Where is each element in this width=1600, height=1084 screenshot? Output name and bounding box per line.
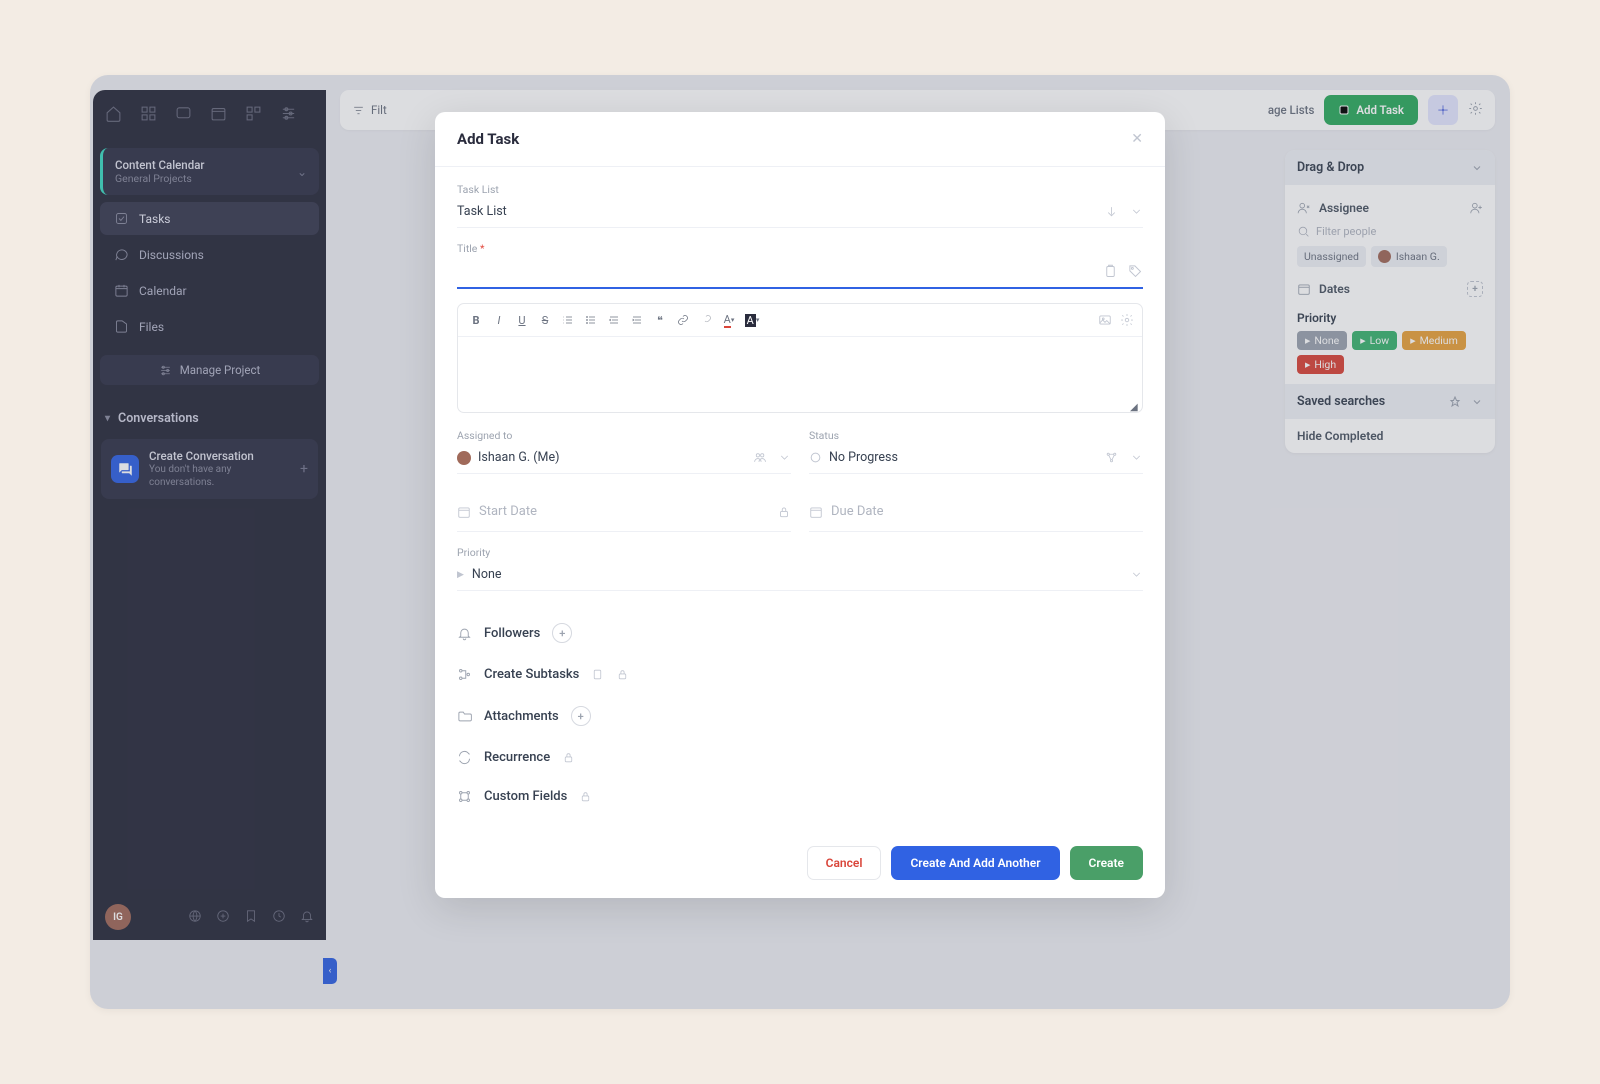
calendar-icon (457, 505, 471, 519)
add-task-modal: Add Task ✕ Task List Task List Title * (435, 112, 1165, 898)
editor-textarea[interactable]: ◢ (458, 337, 1142, 412)
outdent-button[interactable] (604, 310, 624, 330)
plus-icon[interactable]: + (571, 706, 591, 726)
link-button[interactable] (673, 310, 693, 330)
lock-icon (616, 668, 629, 681)
status-field[interactable]: No Progress (809, 445, 1143, 474)
clipboard-icon[interactable] (591, 668, 604, 681)
modal-title: Add Task (457, 130, 519, 148)
resize-handle[interactable]: ◢ (1130, 402, 1138, 410)
folder-icon (457, 709, 472, 724)
app-frame: Content Calendar General Projects ⌄ Task… (90, 75, 1510, 1009)
subtasks-icon (457, 667, 472, 682)
create-and-add-another-button[interactable]: Create And Add Another (891, 846, 1059, 880)
quote-button[interactable]: ❝ (650, 310, 670, 330)
chevron-down-icon[interactable] (1130, 568, 1143, 581)
plus-icon[interactable]: + (552, 623, 572, 643)
tag-icon[interactable] (1128, 264, 1143, 279)
followers-row[interactable]: Followers + (457, 611, 1143, 655)
close-icon[interactable]: ✕ (1131, 131, 1143, 147)
attachments-row[interactable]: Attachments + (457, 694, 1143, 738)
clipboard-icon[interactable] (1103, 264, 1118, 279)
bell-icon (457, 626, 472, 641)
recurrence-row[interactable]: Recurrence (457, 738, 1143, 777)
assigned-to-field[interactable]: Ishaan G. (Me) (457, 445, 791, 474)
lock-icon (777, 505, 791, 519)
title-input[interactable] (457, 264, 1083, 279)
chevron-down-icon[interactable] (778, 451, 791, 464)
calendar-icon (809, 505, 823, 519)
ordered-list-button[interactable] (558, 310, 578, 330)
text-color-button[interactable]: A ▾ (719, 310, 739, 330)
unlink-button[interactable] (696, 310, 716, 330)
status-label: Status (809, 429, 1143, 442)
custom-fields-icon (457, 789, 472, 804)
custom-fields-row[interactable]: Custom Fields (457, 777, 1143, 816)
start-date-field[interactable]: Start Date (457, 492, 791, 532)
strikethrough-button[interactable]: S (535, 310, 555, 330)
gear-icon[interactable] (1120, 313, 1134, 327)
italic-button[interactable]: I (489, 310, 509, 330)
priority-label: Priority (457, 546, 1143, 559)
task-list-field[interactable]: Task List (457, 199, 1143, 228)
assigned-to-label: Assigned to (457, 429, 791, 442)
background-color-button[interactable]: A ▾ (742, 310, 762, 330)
indent-button[interactable] (627, 310, 647, 330)
description-editor: B I U S ❝ A ▾ A ▾ (457, 303, 1143, 413)
underline-button[interactable]: U (512, 310, 532, 330)
arrow-down-icon[interactable] (1105, 205, 1118, 218)
lock-icon (562, 751, 575, 764)
bold-button[interactable]: B (466, 310, 486, 330)
image-icon[interactable] (1098, 313, 1112, 327)
people-icon[interactable] (753, 451, 766, 464)
due-date-field[interactable]: Due Date (809, 492, 1143, 532)
priority-field[interactable]: None (457, 562, 1143, 591)
chevron-down-icon[interactable] (1130, 205, 1143, 218)
unordered-list-button[interactable] (581, 310, 601, 330)
subtasks-row[interactable]: Create Subtasks (457, 655, 1143, 694)
cancel-button[interactable]: Cancel (807, 846, 882, 880)
lock-icon (579, 790, 592, 803)
workflow-icon[interactable] (1105, 451, 1118, 464)
repeat-icon (457, 750, 472, 765)
title-label: Title * (457, 242, 1143, 255)
task-list-label: Task List (457, 183, 1143, 196)
create-button[interactable]: Create (1070, 846, 1143, 880)
chevron-down-icon[interactable] (1130, 451, 1143, 464)
